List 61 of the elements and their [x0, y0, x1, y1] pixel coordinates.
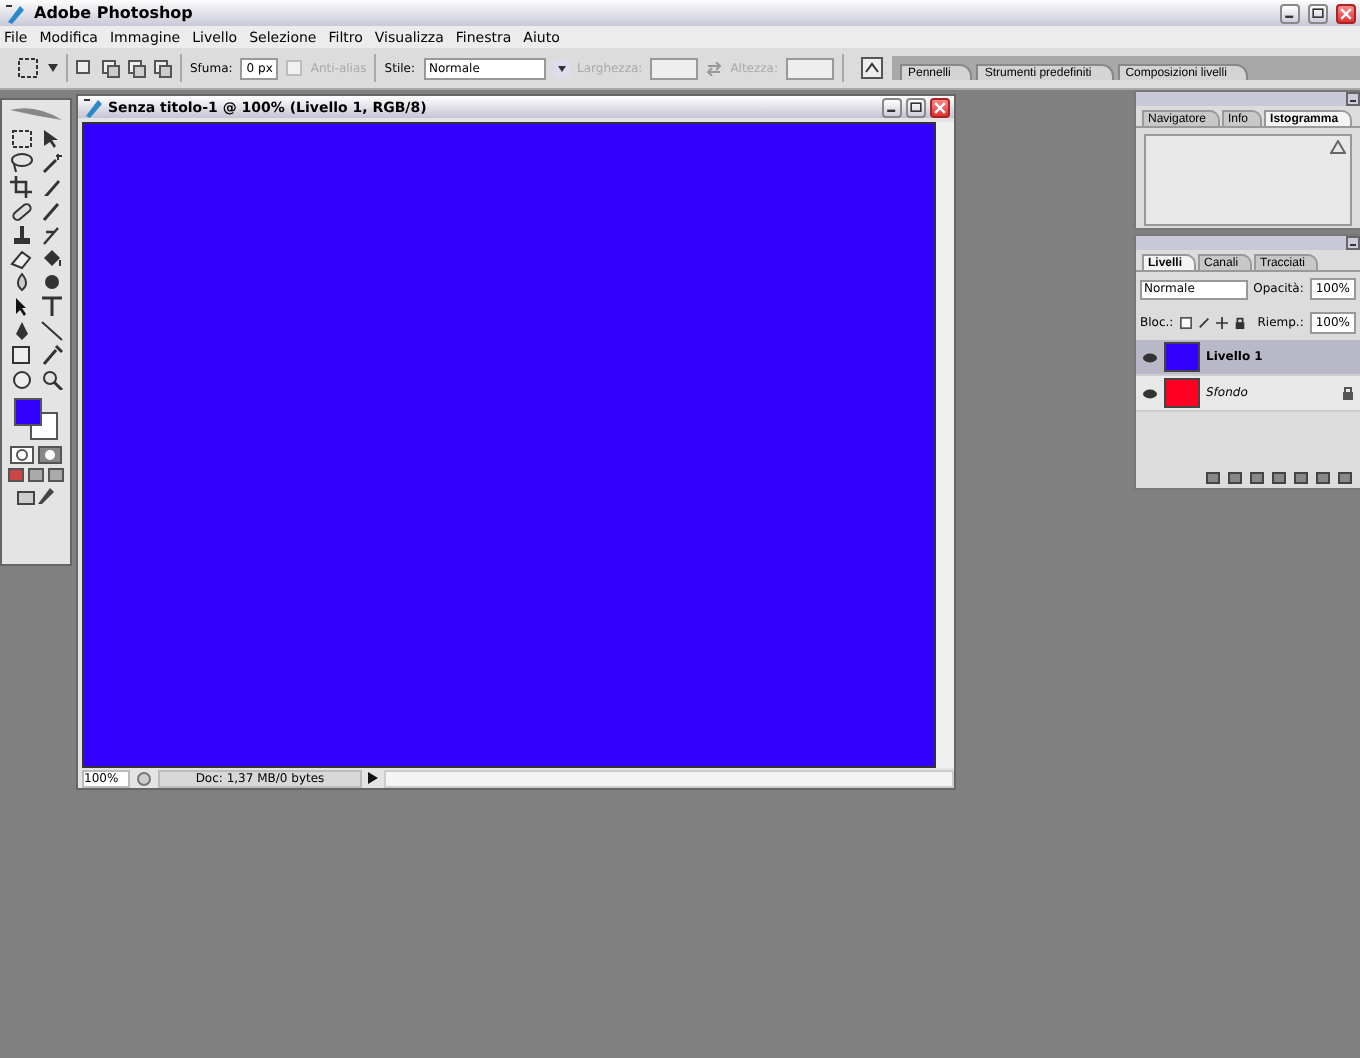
play-arrow-icon[interactable] [368, 772, 378, 784]
stamp-icon[interactable] [9, 224, 33, 246]
app-logo-icon [82, 95, 104, 119]
eye-icon[interactable] [1142, 387, 1158, 399]
move-icon[interactable] [39, 128, 63, 150]
eraser-icon[interactable] [9, 248, 33, 270]
slice-icon[interactable] [39, 176, 63, 198]
intersect-selection-icon[interactable] [154, 59, 172, 77]
maximize-icon [908, 97, 924, 117]
feather-logo-icon [6, 104, 66, 124]
hand-icon[interactable] [9, 368, 33, 390]
dropdown-caret-icon[interactable] [553, 59, 569, 77]
lasso-icon[interactable] [9, 152, 33, 174]
vertical-scrollbar[interactable] [936, 122, 954, 768]
minimize-icon[interactable] [1346, 92, 1360, 106]
quick-mask-icon[interactable] [38, 446, 62, 464]
type-icon[interactable] [39, 296, 63, 318]
full-screen-menu-icon[interactable] [28, 468, 44, 482]
minimize-button[interactable] [1280, 3, 1300, 23]
full-screen-icon[interactable] [48, 468, 64, 482]
app-logo-icon [4, 1, 26, 25]
subtract-selection-icon[interactable] [128, 59, 146, 77]
app-title: Adobe Photoshop [34, 4, 193, 22]
bandage-icon[interactable] [9, 200, 33, 222]
maximize-icon [1310, 3, 1326, 23]
eyedropper-icon[interactable] [39, 344, 63, 366]
preview-icon [136, 771, 152, 785]
standard-mode-icon[interactable] [10, 446, 34, 464]
marquee-icon[interactable] [9, 128, 33, 150]
lock-icon[interactable] [1233, 316, 1246, 330]
palette-well-icon[interactable] [860, 56, 884, 80]
zoom-icon[interactable] [39, 368, 63, 390]
crop-icon[interactable] [9, 176, 33, 198]
history-brush-icon[interactable] [39, 224, 63, 246]
lock-transparency-icon[interactable] [1179, 316, 1192, 330]
notes-icon[interactable] [9, 344, 33, 366]
maximize-button[interactable] [1308, 3, 1328, 23]
close-button[interactable] [1336, 3, 1356, 23]
horizontal-scrollbar[interactable] [384, 769, 954, 787]
foreground-color-swatch[interactable] [14, 398, 42, 426]
brush-icon[interactable] [39, 200, 63, 222]
height-field[interactable] [786, 57, 834, 79]
new-selection-icon[interactable] [76, 59, 94, 77]
wand-icon[interactable] [39, 152, 63, 174]
eye-icon[interactable] [1142, 351, 1158, 363]
sponge-icon[interactable] [39, 272, 63, 294]
bucket-icon[interactable] [39, 248, 63, 270]
marquee-icon[interactable] [16, 56, 40, 80]
close-button[interactable] [930, 97, 950, 117]
maximize-button[interactable] [906, 97, 926, 117]
lock-move-icon[interactable] [1215, 316, 1228, 330]
minimize-icon[interactable] [1346, 236, 1360, 250]
add-selection-icon[interactable] [102, 59, 120, 77]
warning-icon [1330, 140, 1346, 154]
line-icon[interactable] [39, 320, 63, 342]
lock-brush-icon[interactable] [1197, 316, 1210, 330]
dropdown-caret-icon[interactable] [48, 64, 58, 72]
minimize-button[interactable] [882, 97, 902, 117]
width-field[interactable] [650, 57, 699, 79]
close-icon [932, 97, 948, 117]
close-icon [1338, 3, 1354, 23]
